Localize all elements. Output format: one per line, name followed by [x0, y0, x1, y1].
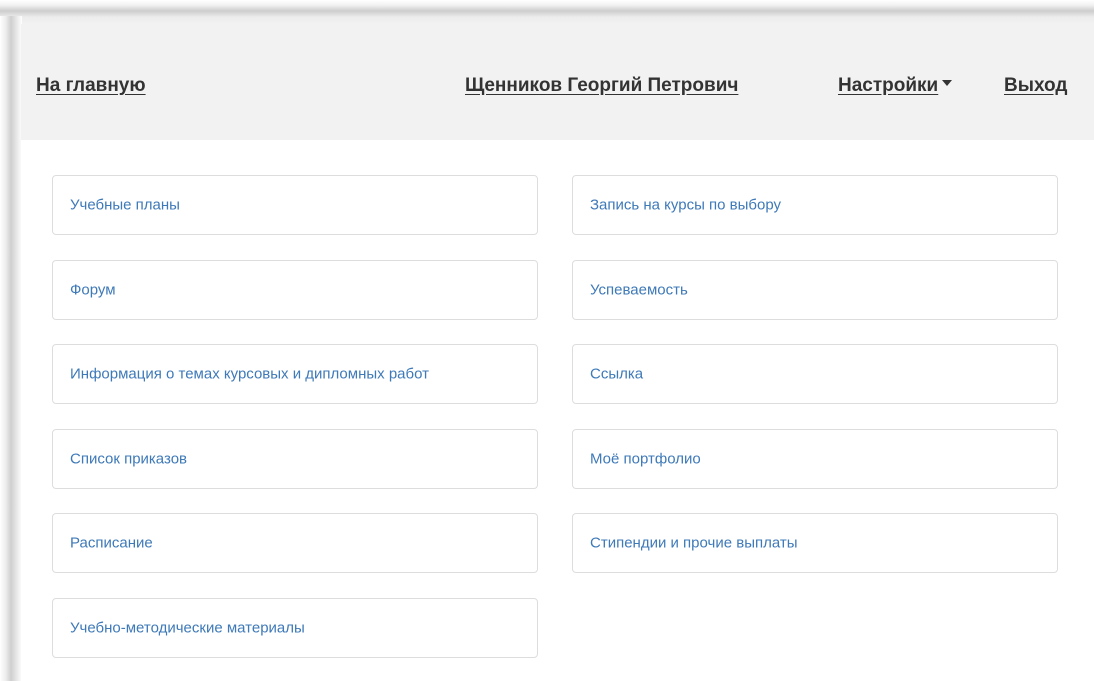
menu-card-label: Запись на курсы по выбору: [590, 196, 782, 214]
menu-card-label: Ссылка: [590, 365, 644, 383]
menu-card-label: Стипендии и прочие выплаты: [590, 534, 798, 552]
menu-card-scholarships[interactable]: Стипендии и прочие выплаты: [572, 513, 1058, 573]
settings-label: Настройки: [838, 75, 939, 96]
window-left-shadow: [0, 16, 22, 681]
menu-card-teaching-materials[interactable]: Учебно-методические материалы: [52, 598, 538, 658]
home-link[interactable]: На главную: [36, 75, 146, 97]
menu-card-label: Форум: [70, 281, 116, 299]
menu-card-schedule[interactable]: Расписание: [52, 513, 538, 573]
menu-card-curricula[interactable]: Учебные планы: [52, 175, 538, 235]
menu-card-thesis-topics[interactable]: Информация о темах курсовых и дипломных …: [52, 344, 538, 404]
settings-dropdown[interactable]: Настройки: [838, 75, 953, 97]
menu-card-forum[interactable]: Форум: [52, 260, 538, 320]
menu-card-grades[interactable]: Успеваемость: [572, 260, 1058, 320]
logout-link[interactable]: Выход: [1004, 75, 1067, 97]
window-top-shadow: [0, 0, 1094, 24]
menu-card-portfolio[interactable]: Моё портфолио: [572, 429, 1058, 489]
menu-card-label: Учебные планы: [70, 196, 180, 214]
menu-card-label: Расписание: [70, 534, 153, 552]
menu-card-elective-enrollment[interactable]: Запись на курсы по выбору: [572, 175, 1058, 235]
menu-card-label: Успеваемость: [590, 281, 688, 299]
user-profile-link[interactable]: Щенников Георгий Петрович: [465, 75, 738, 97]
menu-card-link[interactable]: Ссылка: [572, 344, 1058, 404]
menu-card-label: Список приказов: [70, 450, 188, 468]
caret-down-icon: [942, 79, 953, 86]
menu-card-orders-list[interactable]: Список приказов: [52, 429, 538, 489]
menu-card-label: Учебно-методические материалы: [70, 619, 305, 637]
menu-card-label: Информация о темах курсовых и дипломных …: [70, 365, 429, 383]
menu-card-label: Моё портфолио: [590, 450, 701, 468]
